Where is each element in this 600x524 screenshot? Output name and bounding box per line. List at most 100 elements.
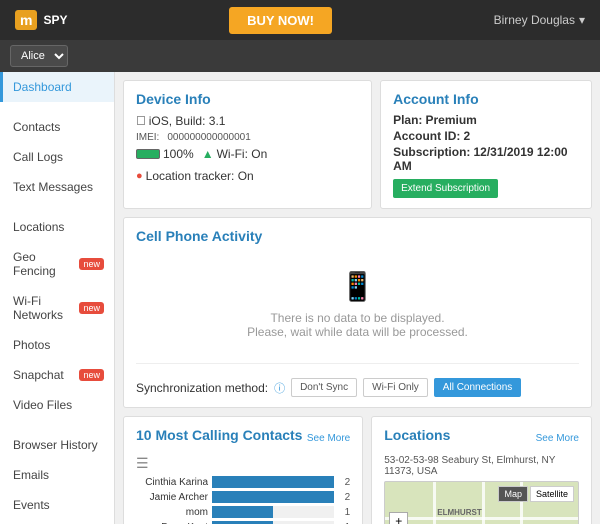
- top-row: Device Info  iOS, Build: 3.1 IMEI: 0000…: [123, 80, 592, 217]
- account-id-value: 2: [464, 129, 471, 143]
- cell-phone-activity-title: Cell Phone Activity: [136, 228, 579, 244]
- sub-header: Alice: [0, 40, 600, 72]
- calling-contacts-title: 10 Most Calling Contacts: [136, 427, 302, 443]
- sidebar-item-browser-history[interactable]: Browser History: [0, 430, 114, 460]
- map-tab-map[interactable]: Map: [498, 486, 528, 502]
- new-badge: new: [79, 302, 104, 314]
- sidebar-item-label: Events: [13, 498, 50, 512]
- sidebar-item-label: Geo Fencing: [13, 250, 79, 278]
- logo-m-icon: m: [15, 10, 37, 30]
- bar-count: 2: [338, 477, 350, 488]
- wifi-status: ▲ Wi-Fi: On: [202, 147, 268, 161]
- device-info-card: Device Info  iOS, Build: 3.1 IMEI: 0000…: [123, 80, 372, 209]
- location-label: Location tracker: On: [146, 169, 254, 183]
- map-tab-satellite[interactable]: Satellite: [530, 486, 574, 502]
- all-connections-button[interactable]: All Connections: [434, 378, 521, 397]
- sidebar-item-wifi-networks[interactable]: Wi-Fi Networks new: [0, 286, 114, 330]
- calling-contacts-card: 10 Most Calling Contacts See More ☰ Cint…: [123, 416, 363, 524]
- bar-label: Cinthia Karina: [136, 477, 208, 488]
- account-id-row: Account ID: 2: [393, 129, 579, 143]
- sidebar-item-label: Wi-Fi Networks: [13, 294, 79, 322]
- bar-chart: Cinthia Karina2Jamie Archer2mom1Dave Ken…: [136, 476, 350, 524]
- sidebar-item-video-files[interactable]: Video Files: [0, 390, 114, 420]
- bar-row: Cinthia Karina 2: [136, 476, 350, 488]
- logo: m SPY: [15, 10, 67, 30]
- battery-bar: [136, 149, 160, 159]
- bar-label: mom: [136, 507, 208, 518]
- sidebar-item-label: Browser History: [13, 438, 98, 452]
- hamburger-icon: ☰: [136, 455, 350, 472]
- imei-row: IMEI: 000000000000001: [136, 132, 359, 143]
- sidebar-item-dashboard[interactable]: Dashboard: [0, 72, 114, 102]
- sidebar-item-label: Video Files: [13, 398, 72, 412]
- sidebar-item-block-websites[interactable]: Block Websites: [0, 520, 114, 524]
- sidebar-item-locations[interactable]: Locations: [0, 212, 114, 242]
- wifi-label: Wi-Fi: On: [217, 147, 268, 161]
- header: m SPY BUY NOW! Birney Douglas ▾: [0, 0, 600, 40]
- locations-card: Locations See More 53-02-53-98 Seabury S…: [371, 416, 592, 524]
- bar-fill: [212, 491, 334, 503]
- sidebar-item-emails[interactable]: Emails: [0, 460, 114, 490]
- sidebar-item-events[interactable]: Events: [0, 490, 114, 520]
- os-info:  iOS, Build: 3.1: [136, 113, 225, 128]
- sidebar-item-snapchat[interactable]: Snapchat new: [0, 360, 114, 390]
- wifi-only-button[interactable]: Wi-Fi Only: [363, 378, 428, 397]
- sidebar-item-call-logs[interactable]: Call Logs: [0, 142, 114, 172]
- logo-spy-text: SPY: [43, 13, 67, 27]
- locations-header: Locations See More: [384, 427, 579, 449]
- battery-indicator: 100%: [136, 147, 194, 161]
- account-info-title: Account Info: [393, 91, 579, 107]
- extend-subscription-button[interactable]: Extend Subscription: [393, 179, 498, 198]
- plan-value: Premium: [426, 113, 477, 127]
- bar-container: [212, 506, 334, 518]
- wifi-icon: ▲: [202, 147, 214, 161]
- dont-sync-button[interactable]: Don't Sync: [291, 378, 357, 397]
- locations-title: Locations: [384, 427, 450, 443]
- buy-now-button[interactable]: BUY NOW!: [229, 7, 332, 34]
- bar-container: [212, 476, 334, 488]
- sidebar-item-label: Photos: [13, 338, 50, 352]
- sidebar-item-text-messages[interactable]: Text Messages: [0, 172, 114, 202]
- cell-phone-activity-card: Cell Phone Activity 📱 There is no data t…: [123, 217, 592, 408]
- zoom-in-button[interactable]: +: [390, 513, 407, 524]
- bottom-row: 10 Most Calling Contacts See More ☰ Cint…: [123, 416, 592, 524]
- map-address: 53-02-53-98 Seabury St, Elmhurst, NY 113…: [384, 455, 579, 477]
- imei-label: IMEI:: [136, 132, 159, 143]
- sidebar-item-label: Call Logs: [13, 150, 63, 164]
- no-data-line1: There is no data to be displayed.: [156, 311, 559, 325]
- sync-section: Synchronization method: ⓘ Don't Sync Wi-…: [136, 363, 579, 397]
- sidebar-item-label: Snapchat: [13, 368, 64, 382]
- sidebar-item-label: Emails: [13, 468, 49, 482]
- bar-container: [212, 491, 334, 503]
- battery-label: 100%: [163, 147, 194, 161]
- bar-label: Jamie Archer: [136, 492, 208, 503]
- map-area: ELMHURST Grand Ave 📍 📍 📍 Map Satellite +…: [384, 481, 579, 524]
- content-area: Device Info  iOS, Build: 3.1 IMEI: 0000…: [115, 72, 600, 524]
- new-badge: new: [79, 258, 104, 270]
- bar-count: 2: [338, 492, 350, 503]
- sidebar-item-contacts[interactable]: Contacts: [0, 112, 114, 142]
- sidebar-item-label: Contacts: [13, 120, 60, 134]
- chevron-down-icon: ▾: [579, 13, 585, 27]
- sidebar-item-geo-fencing[interactable]: Geo Fencing new: [0, 242, 114, 286]
- plan-row: Plan: Premium: [393, 113, 579, 127]
- info-icon[interactable]: ⓘ: [274, 380, 285, 396]
- location-status: ● Location tracker: On: [136, 169, 254, 183]
- user-menu[interactable]: Birney Douglas ▾: [494, 13, 585, 27]
- sidebar-item-photos[interactable]: Photos: [0, 330, 114, 360]
- map-tabs: Map Satellite: [498, 486, 574, 502]
- sidebar-item-label: Text Messages: [13, 180, 93, 194]
- subscription-row: Subscription: 12/31/2019 12:00 AM: [393, 145, 579, 173]
- no-data-area: 📱 There is no data to be displayed. Plea…: [136, 250, 579, 359]
- subscription-label: Subscription:: [393, 145, 470, 159]
- sidebar-item-label: Locations: [13, 220, 64, 234]
- calling-see-more-link[interactable]: See More: [307, 433, 350, 444]
- device-info-title: Device Info: [136, 91, 359, 107]
- bar-count: 1: [338, 507, 350, 518]
- bar-fill: [212, 476, 334, 488]
- bar-fill: [212, 506, 273, 518]
- user-select[interactable]: Alice: [10, 45, 68, 67]
- new-badge: new: [79, 369, 104, 381]
- locations-see-more-link[interactable]: See More: [536, 433, 579, 444]
- plan-label: Plan:: [393, 113, 422, 127]
